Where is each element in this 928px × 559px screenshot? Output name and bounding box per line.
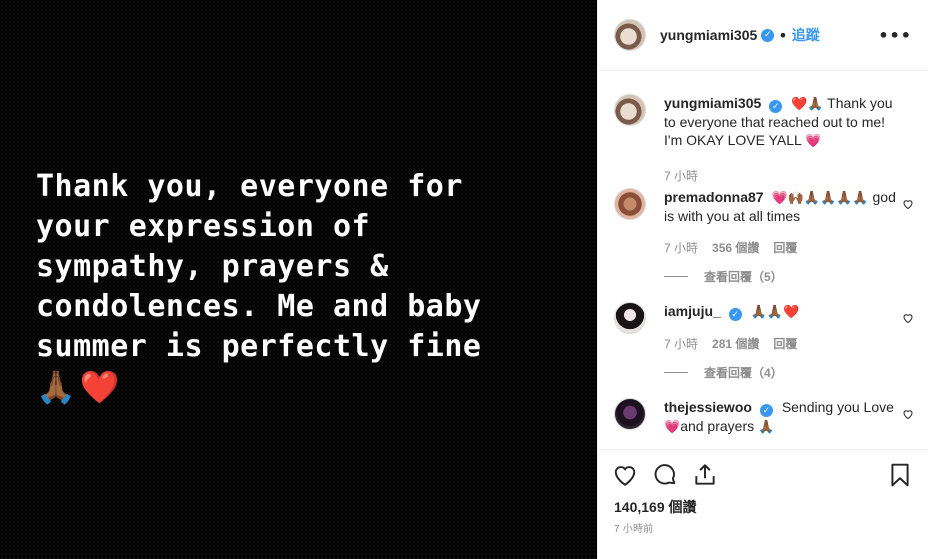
comment-text: thejessiewoo ✓ Sending you Love 💗and pray…	[664, 398, 904, 436]
view-replies-button[interactable]: 查看回覆（4）	[664, 364, 904, 381]
comment-icon[interactable]	[652, 462, 678, 488]
action-icons	[612, 462, 913, 490]
replies-divider	[664, 276, 688, 277]
posted-time[interactable]: 7 小時前	[614, 520, 653, 535]
comment-username[interactable]: iamjuju_	[664, 303, 721, 319]
comment-meta: 7 小時 356 個讚 回覆	[664, 239, 904, 256]
comment-emoji-tail: 🙏🏾	[758, 419, 775, 434]
post-header: yungmiami305 ✓ • 追蹤 •••	[598, 0, 928, 71]
comment-body: Sending you Love	[781, 399, 894, 415]
caption-meta: 7 小時	[664, 167, 904, 184]
comment-likes[interactable]: 356 個讚	[712, 239, 759, 256]
avatar[interactable]	[614, 398, 646, 430]
comment-item: thejessiewoo ✓ Sending you Love 💗and pray…	[614, 398, 914, 436]
more-options-icon[interactable]: •••	[878, 26, 912, 45]
heart-emoji: ❤️	[79, 368, 120, 406]
story-text: Thank you, everyone for your expression …	[36, 169, 482, 364]
share-icon[interactable]	[692, 462, 718, 488]
pray-emoji: 🙏🏾	[36, 368, 76, 406]
avatar[interactable]	[614, 19, 646, 51]
verified-badge-icon: ✓	[759, 404, 773, 417]
comment-body-cont: and prayers	[680, 418, 755, 434]
caption-text: yungmiami305 ✓ ❤️🙏🏾 Thank you to everyone…	[664, 94, 904, 150]
comment-emoji: 💗	[664, 419, 681, 434]
view-replies-label: 查看回覆（5）	[704, 270, 783, 284]
caption-emoji-lead: ❤️🙏🏾	[791, 96, 824, 111]
avatar[interactable]	[614, 302, 646, 334]
comment-like-icon[interactable]	[902, 312, 914, 324]
comment-like-icon[interactable]	[902, 408, 914, 420]
replies-divider	[664, 372, 688, 373]
avatar[interactable]	[614, 188, 646, 220]
comments-list[interactable]: yungmiami305 ✓ ❤️🙏🏾 Thank you to everyone…	[598, 72, 928, 449]
caption: yungmiami305 ✓ ❤️🙏🏾 Thank you to everyone…	[614, 94, 914, 184]
comment-like-icon[interactable]	[902, 198, 914, 210]
post-sidebar: yungmiami305 ✓ • 追蹤 ••• yungmiami305 ✓ ❤️…	[597, 0, 928, 559]
post-actions: 140,169 個讚 7 小時前	[598, 449, 928, 559]
comment-text: iamjuju_ ✓ 🙏🏾🙏🏾❤️	[664, 302, 904, 321]
follow-button[interactable]: 追蹤	[792, 25, 820, 45]
caption-username[interactable]: yungmiami305	[664, 95, 761, 111]
reply-button[interactable]: 回覆	[773, 335, 797, 352]
separator: •	[778, 25, 788, 45]
comment-item: premadonna87 💗🙌🏾🙏🏾🙏🏾🙏🏾🙏🏾 god is with you…	[614, 188, 914, 285]
verified-badge-icon: ✓	[769, 100, 783, 113]
view-replies-label: 查看回覆（4）	[704, 366, 783, 380]
post-media[interactable]: Thank you, everyone for your expression …	[0, 0, 597, 559]
caption-time[interactable]: 7 小時	[664, 167, 698, 184]
comment-username[interactable]: premadonna87	[664, 189, 764, 205]
comment-time[interactable]: 7 小時	[664, 335, 698, 352]
bookmark-icon[interactable]	[887, 462, 913, 488]
likes-count[interactable]: 140,169 個讚	[614, 497, 697, 517]
comment-item: iamjuju_ ✓ 🙏🏾🙏🏾❤️ 7 小時 281 個讚 回覆 查看回覆（4）	[614, 302, 914, 381]
comment-likes[interactable]: 281 個讚	[712, 335, 759, 352]
comment-text: premadonna87 💗🙌🏾🙏🏾🙏🏾🙏🏾🙏🏾 god is with you…	[664, 188, 904, 225]
avatar[interactable]	[614, 94, 646, 126]
verified-badge-icon: ✓	[728, 308, 742, 321]
view-replies-button[interactable]: 查看回覆（5）	[664, 268, 904, 285]
comment-username[interactable]: thejessiewoo	[664, 399, 752, 415]
heart-icon[interactable]	[612, 462, 638, 488]
story-emoji-row: 🙏🏾 ❤️	[36, 368, 120, 406]
comment-emoji: 🙏🏾🙏🏾❤️	[750, 304, 800, 319]
comment-meta: 7 小時 281 個讚 回覆	[664, 335, 904, 352]
caption-emoji-tail: 💗	[805, 133, 822, 148]
comment-emoji: 💗🙌🏾🙏🏾🙏🏾🙏🏾🙏🏾	[771, 190, 869, 205]
header-username[interactable]: yungmiami305	[660, 27, 757, 43]
reply-button[interactable]: 回覆	[773, 239, 797, 256]
comment-time[interactable]: 7 小時	[664, 239, 698, 256]
verified-badge-icon: ✓	[761, 28, 775, 42]
